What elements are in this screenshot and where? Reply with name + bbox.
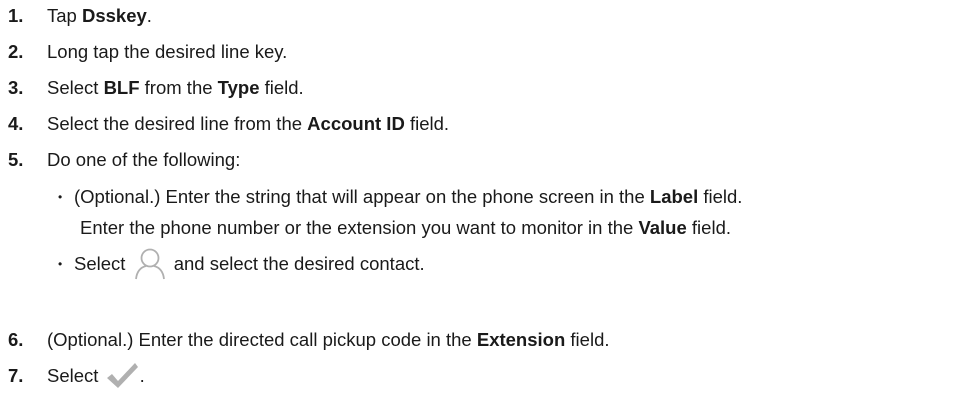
- step-text: Long tap the desired line key.: [47, 41, 288, 62]
- contact-icon: [131, 246, 169, 280]
- step-text-bold: Type: [217, 77, 260, 98]
- step-number: 1.: [8, 5, 24, 26]
- sub-text-pre: (Optional.) Enter the string that will a…: [74, 186, 650, 207]
- step-text-pre: (Optional.) Enter the directed call pick…: [47, 329, 477, 350]
- step-number: 7.: [8, 365, 24, 386]
- step-text-bold: Account ID: [307, 113, 405, 134]
- step-text: Do one of the following:: [47, 149, 241, 170]
- step-text: Select the desired line from the Account…: [47, 112, 449, 136]
- step-text-bold: Dsskey: [81, 5, 147, 26]
- step-number: 6.: [8, 329, 24, 350]
- step-text-pre: Tap: [47, 5, 82, 26]
- sub-item-text: Enter the phone number or the extension …: [80, 216, 731, 240]
- step-number: 4.: [8, 113, 24, 134]
- step-text-pre: Select the desired line from the: [47, 113, 308, 134]
- step-text-post: field.: [565, 329, 610, 350]
- sub-item-text: Select and select the desired contact.: [74, 248, 425, 280]
- step-text: Select BLF from the Type field.: [47, 76, 304, 100]
- step-text-post: field.: [404, 113, 450, 134]
- step-text-mid: from the: [139, 77, 218, 98]
- step-text: (Optional.) Enter the directed call pick…: [47, 328, 610, 352]
- checkmark-icon: [104, 361, 140, 389]
- step-text-bold: Extension: [476, 329, 566, 350]
- step-text-post: .: [146, 5, 152, 26]
- sub-item-text: (Optional.) Enter the string that will a…: [74, 185, 742, 209]
- step-text: Tap Dsskey.: [47, 4, 152, 28]
- sub-text-bold: Label: [649, 186, 699, 207]
- step-number: 5.: [8, 149, 24, 170]
- step-text-post: .: [139, 365, 145, 386]
- step-number: 2.: [8, 41, 24, 62]
- bullet: •: [58, 257, 63, 271]
- sub-text-post: and select the desired contact.: [168, 253, 425, 274]
- step-text-bold: BLF: [103, 77, 140, 98]
- sub-text-pre: Enter the phone number or the extension …: [80, 217, 639, 238]
- step-text-pre: Select: [47, 77, 104, 98]
- bullet: •: [58, 190, 63, 204]
- step-text-post: field.: [259, 77, 304, 98]
- sub-text-pre: Select: [74, 253, 131, 274]
- sub-text-bold: Value: [638, 217, 687, 238]
- sub-text-post: field.: [686, 217, 731, 238]
- step-text: Select .: [47, 361, 145, 389]
- step-number: 3.: [8, 77, 24, 98]
- step-text-pre: Select: [47, 365, 104, 386]
- sub-text-post: field.: [698, 186, 743, 207]
